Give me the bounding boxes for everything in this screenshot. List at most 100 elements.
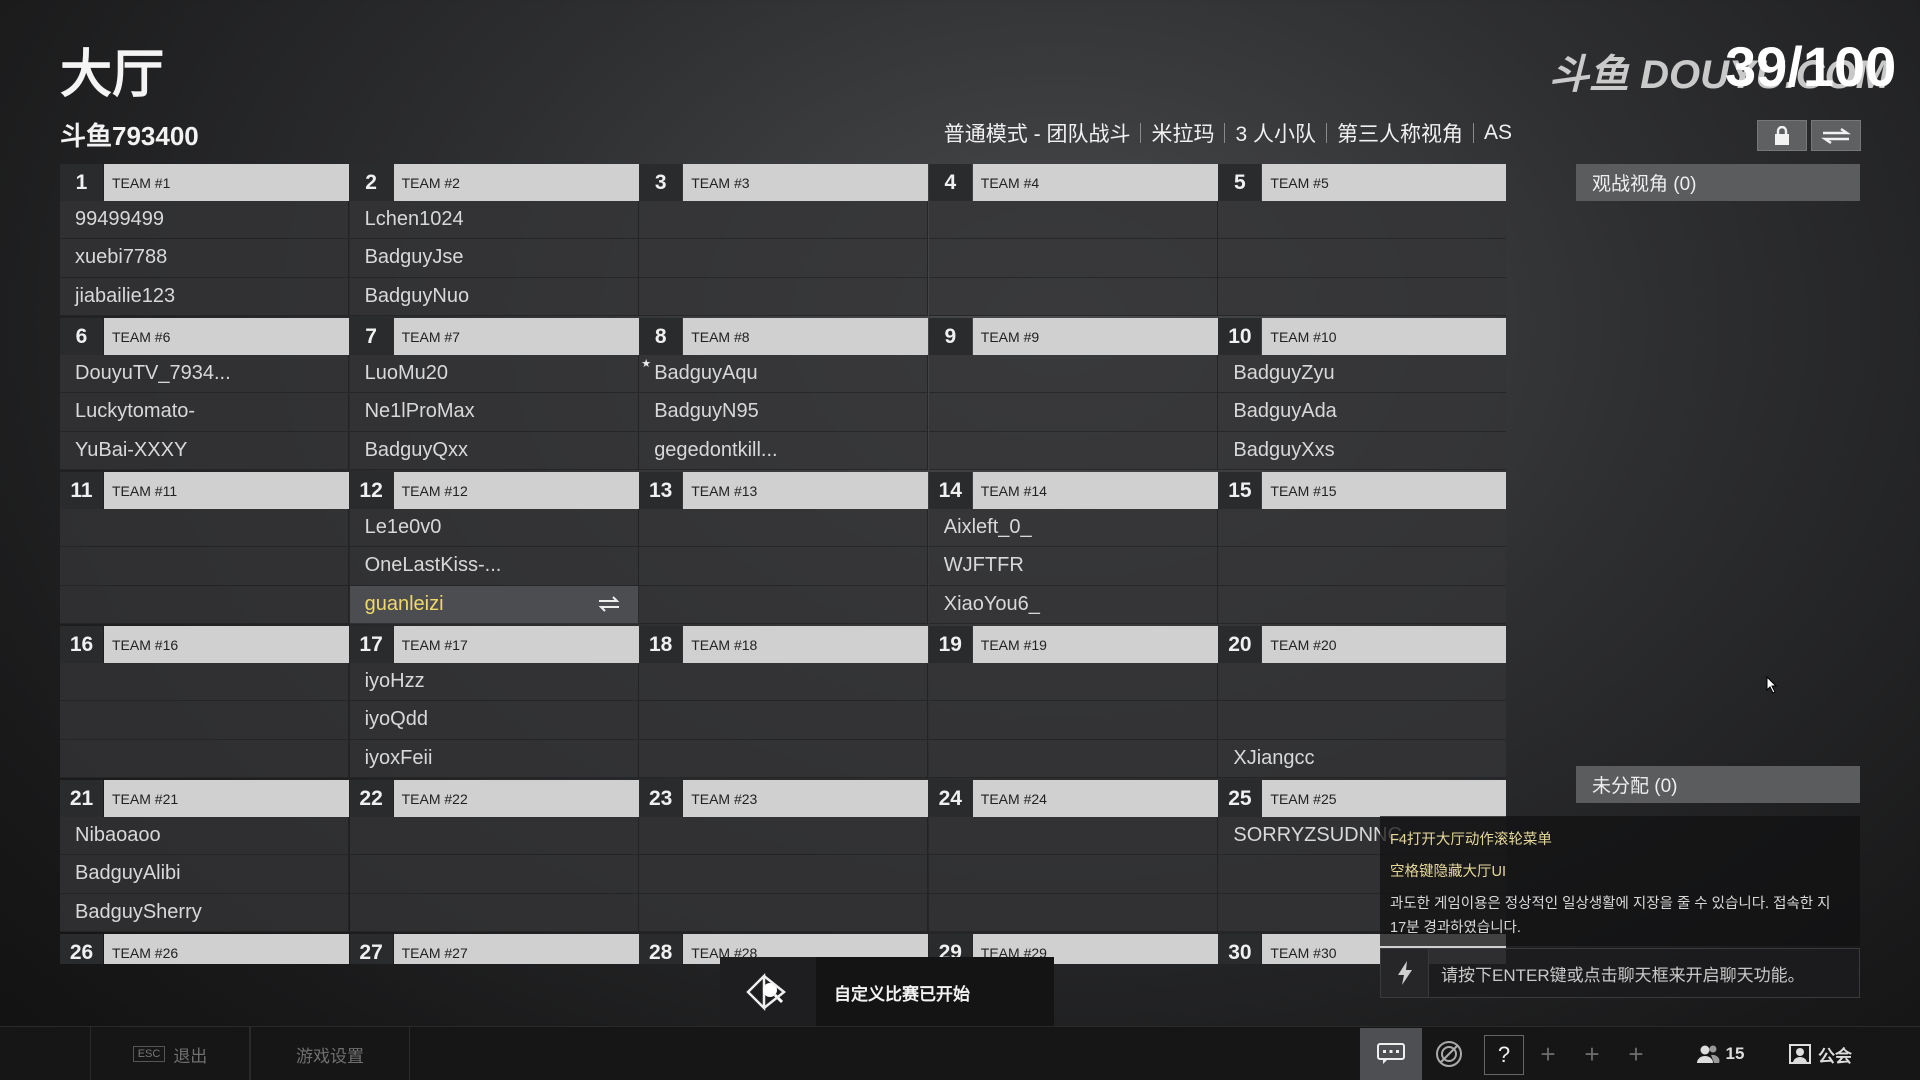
team-header[interactable]: 2 TEAM #2 xyxy=(349,164,639,201)
player-slot-self[interactable]: guanleizi xyxy=(349,585,639,624)
team-header[interactable]: 12 TEAM #12 xyxy=(349,472,639,509)
team-header[interactable]: 10 TEAM #10 xyxy=(1218,318,1506,355)
team-header[interactable]: 14 TEAM #14 xyxy=(928,472,1218,509)
exit-button[interactable]: ESC 退出 xyxy=(90,1027,250,1080)
player-slot[interactable]: XJiangcc xyxy=(1218,739,1506,778)
player-slot[interactable] xyxy=(1218,701,1506,740)
player-slot[interactable]: BadguyAlibi xyxy=(60,855,349,894)
player-slot[interactable] xyxy=(639,817,929,856)
player-slot[interactable] xyxy=(60,547,349,586)
player-slot[interactable]: DouyuTV_7934... xyxy=(60,355,349,394)
team-header[interactable]: 26 TEAM #26 xyxy=(60,934,349,964)
player-slot[interactable] xyxy=(349,855,639,894)
player-slot[interactable]: WJFTFR xyxy=(928,547,1218,586)
player-slot[interactable] xyxy=(60,585,349,624)
player-slot[interactable]: BadguyNuo xyxy=(349,277,639,316)
player-slot[interactable]: Lchen1024 xyxy=(349,201,639,240)
player-slot[interactable]: iyoQdd xyxy=(349,701,639,740)
help-button[interactable]: ? xyxy=(1484,1035,1524,1075)
team-header[interactable]: 3 TEAM #3 xyxy=(639,164,929,201)
player-slot[interactable] xyxy=(639,509,929,548)
player-slot[interactable] xyxy=(1218,547,1506,586)
player-slot[interactable]: Luckytomato- xyxy=(60,393,349,432)
team-header[interactable]: 5 TEAM #5 xyxy=(1218,164,1506,201)
spectator-panel[interactable]: 观战视角 (0) xyxy=(1576,164,1860,201)
player-slot[interactable] xyxy=(928,893,1218,932)
player-slot[interactable] xyxy=(928,739,1218,778)
player-slot[interactable] xyxy=(60,739,349,778)
swap-view-button[interactable] xyxy=(1811,120,1861,151)
player-slot[interactable] xyxy=(1218,663,1506,702)
add-slot-button-1[interactable]: + xyxy=(1526,1031,1570,1077)
player-slot[interactable] xyxy=(639,663,929,702)
player-slot[interactable] xyxy=(1218,239,1506,278)
friends-button[interactable]: 15 xyxy=(1680,1031,1760,1077)
add-slot-button-3[interactable]: + xyxy=(1614,1031,1658,1077)
player-slot[interactable] xyxy=(928,239,1218,278)
team-header[interactable]: 13 TEAM #13 xyxy=(639,472,929,509)
add-slot-button-2[interactable]: + xyxy=(1570,1031,1614,1077)
player-slot[interactable] xyxy=(639,739,929,778)
team-header[interactable]: 23 TEAM #23 xyxy=(639,780,929,817)
team-header[interactable]: 25 TEAM #25 xyxy=(1218,780,1506,817)
player-slot[interactable]: iyoHzz xyxy=(349,663,639,702)
team-header[interactable]: 15 TEAM #15 xyxy=(1218,472,1506,509)
player-slot[interactable] xyxy=(639,701,929,740)
player-slot[interactable]: BadguyAda xyxy=(1218,393,1506,432)
player-slot[interactable] xyxy=(60,663,349,702)
player-slot[interactable] xyxy=(928,431,1218,470)
player-slot[interactable]: BadguyN95 xyxy=(639,393,929,432)
player-slot[interactable] xyxy=(639,893,929,932)
team-header[interactable]: 9 TEAM #9 xyxy=(928,318,1218,355)
player-slot[interactable] xyxy=(639,201,929,240)
player-slot[interactable] xyxy=(60,509,349,548)
game-settings-button[interactable]: 游戏设置 xyxy=(250,1027,410,1080)
player-slot[interactable] xyxy=(928,817,1218,856)
team-header[interactable]: 11 TEAM #11 xyxy=(60,472,349,509)
player-slot[interactable]: gegedontkill... xyxy=(639,431,929,470)
player-slot[interactable] xyxy=(349,893,639,932)
player-slot[interactable] xyxy=(639,585,929,624)
player-slot[interactable] xyxy=(349,817,639,856)
player-slot[interactable]: Ne1lProMax xyxy=(349,393,639,432)
player-slot[interactable] xyxy=(928,855,1218,894)
swap-icon[interactable] xyxy=(598,595,620,612)
lock-button[interactable] xyxy=(1757,120,1807,151)
team-header[interactable]: 27 TEAM #27 xyxy=(349,934,639,964)
chat-toggle-button[interactable] xyxy=(1360,1028,1422,1080)
unassigned-panel[interactable]: 未分配 (0) xyxy=(1576,766,1860,803)
player-slot[interactable]: XiaoYou6_ xyxy=(928,585,1218,624)
guild-button[interactable]: 公会 xyxy=(1770,1031,1870,1077)
chat-input[interactable]: 请按下ENTER键或点击聊天框来开启聊天功能。 xyxy=(1380,948,1860,998)
player-slot[interactable] xyxy=(60,701,349,740)
player-slot[interactable] xyxy=(1218,509,1506,548)
team-header[interactable]: 18 TEAM #18 xyxy=(639,626,929,663)
player-slot[interactable]: OneLastKiss-... xyxy=(349,547,639,586)
team-header[interactable]: 16 TEAM #16 xyxy=(60,626,349,663)
team-header[interactable]: 20 TEAM #20 xyxy=(1218,626,1506,663)
player-slot[interactable] xyxy=(639,855,929,894)
team-header[interactable]: 21 TEAM #21 xyxy=(60,780,349,817)
player-slot[interactable]: BadguyJse xyxy=(349,239,639,278)
player-slot[interactable] xyxy=(639,239,929,278)
player-slot[interactable] xyxy=(928,663,1218,702)
player-slot[interactable]: Le1e0v0 xyxy=(349,509,639,548)
player-slot[interactable] xyxy=(639,277,929,316)
player-slot[interactable]: BadguyAqu ★ xyxy=(639,355,929,394)
player-slot[interactable]: BadguyZyu xyxy=(1218,355,1506,394)
player-slot[interactable]: Nibaoaoo xyxy=(60,817,349,856)
player-slot[interactable]: BadguySherry xyxy=(60,893,349,932)
player-slot[interactable]: iyoxFeii xyxy=(349,739,639,778)
team-header[interactable]: 19 TEAM #19 xyxy=(928,626,1218,663)
team-header[interactable]: 8 TEAM #8 xyxy=(639,318,929,355)
player-slot[interactable]: 99499499 xyxy=(60,201,349,240)
team-header[interactable]: 7 TEAM #7 xyxy=(349,318,639,355)
team-header[interactable]: 22 TEAM #22 xyxy=(349,780,639,817)
player-slot[interactable] xyxy=(928,701,1218,740)
player-slot[interactable] xyxy=(1218,585,1506,624)
player-slot[interactable]: BadguyQxx xyxy=(349,431,639,470)
player-slot[interactable] xyxy=(928,393,1218,432)
player-slot[interactable] xyxy=(928,277,1218,316)
player-slot[interactable]: LuoMu20 xyxy=(349,355,639,394)
player-slot[interactable] xyxy=(639,547,929,586)
